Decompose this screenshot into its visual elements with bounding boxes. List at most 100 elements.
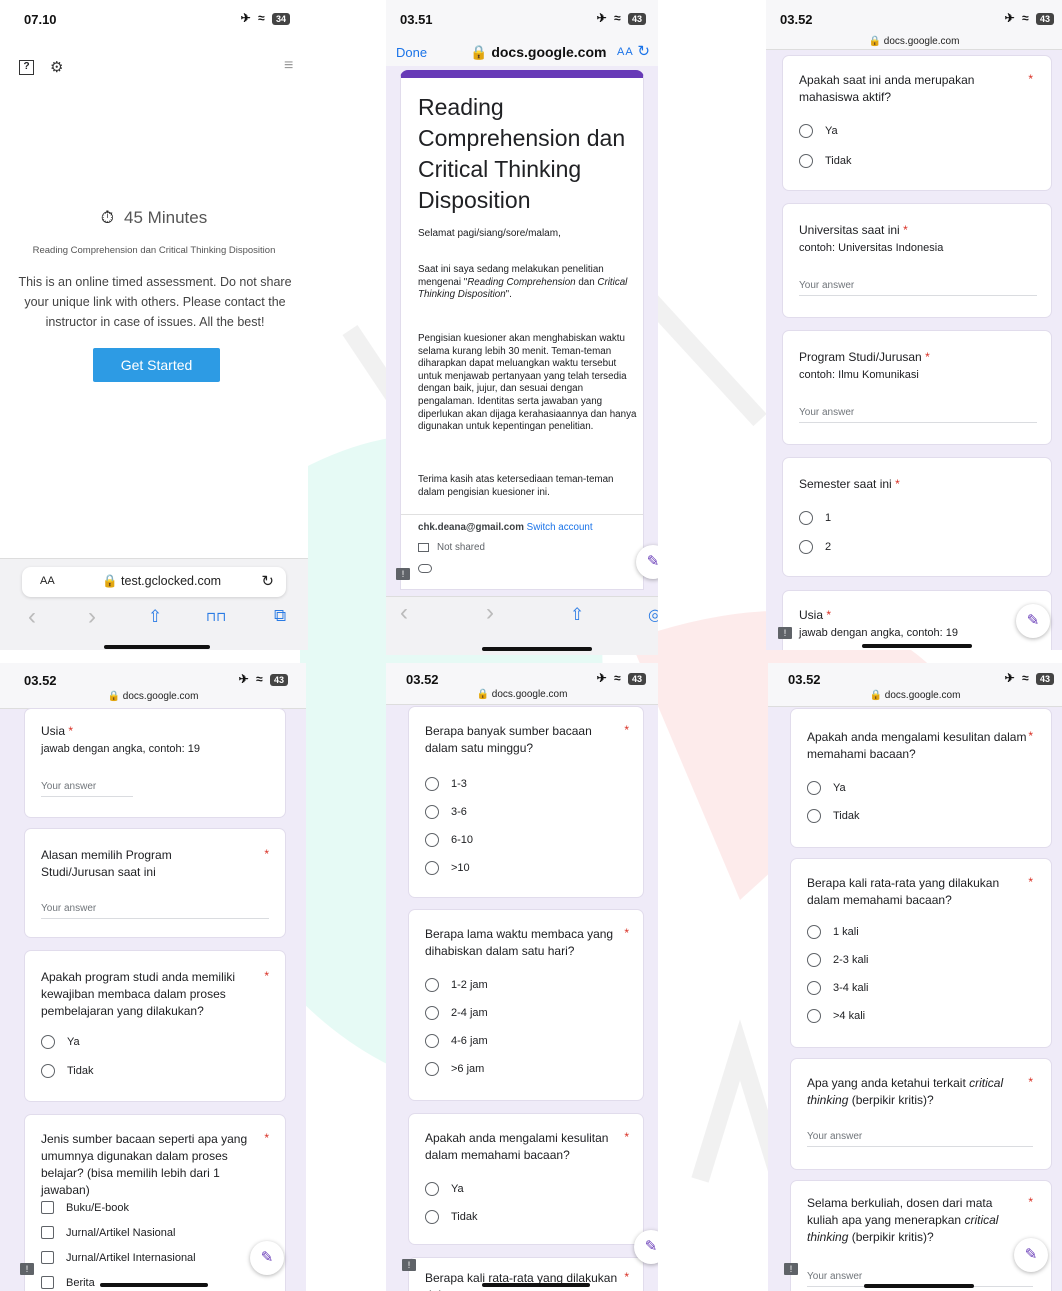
question-card-age: Usia * jawab dengan angka, contoh: 19 (782, 590, 1052, 650)
back-icon[interactable]: ‹ (400, 599, 408, 627)
back-icon[interactable]: ‹ (28, 603, 36, 631)
forward-icon[interactable]: › (88, 603, 96, 631)
share-icon[interactable]: ⇧ (148, 607, 162, 627)
status-bar: 03.51 ✈ ≈ 43 (386, 0, 658, 34)
text-size-button[interactable]: AA (617, 46, 634, 58)
radio-ya[interactable]: Ya (807, 781, 846, 795)
edit-icon[interactable]: ✎ (250, 1241, 284, 1275)
radio-ya[interactable]: Ya (799, 124, 838, 138)
feedback-icon[interactable]: ! (784, 1263, 798, 1275)
home-indicator (864, 1284, 974, 1288)
checkbox-jurnal-internasional[interactable]: Jurnal/Artikel Internasional (41, 1251, 196, 1264)
form-title: Reading Comprehension dan Critical Think… (418, 94, 626, 213)
address-url[interactable]: 🔒 docs.google.com (470, 44, 606, 61)
radio-tidak[interactable]: Tidak (41, 1064, 94, 1078)
study-program-input[interactable]: Your answer (799, 407, 1037, 423)
status-time: 03.52 (780, 12, 813, 27)
done-button[interactable]: Done (396, 45, 427, 60)
intro-text: Saat ini saya sedang melakukan penelitia… (418, 264, 628, 300)
battery-icon: 43 (627, 13, 646, 25)
radio-1-3[interactable]: 1-3 (425, 777, 467, 791)
feedback-icon[interactable]: ! (20, 1263, 34, 1275)
feedback-icon[interactable]: ! (402, 1259, 416, 1271)
question-card-reading-difficulty: Apakah anda mengalami kesulitan dalam me… (790, 708, 1052, 848)
cloud-icon (418, 564, 432, 573)
question-card-reading-count: Berapa banyak sumber bacaan dalam satu m… (408, 706, 644, 898)
description-text: Pengisian kuesioner akan menghabiskan wa… (418, 333, 637, 433)
radio-3-4-kali[interactable]: 3-4 kali (807, 981, 868, 995)
radio-more-10[interactable]: >10 (425, 861, 470, 875)
question-card-reason: Alasan memilih Program Studi/Jurusan saa… (24, 828, 286, 938)
radio-tidak[interactable]: Tidak (807, 809, 860, 823)
radio-2-3-kali[interactable]: 2-3 kali (807, 953, 868, 967)
checkbox-buku[interactable]: Buku/E-book (41, 1201, 129, 1214)
address-bar[interactable]: AA 🔒 test.gclocked.com ↻ (22, 567, 286, 597)
share-icon[interactable]: ⇧ (570, 605, 584, 625)
reason-input[interactable]: Your answer (41, 903, 269, 919)
radio-more-4-kali[interactable]: >4 kali (807, 1009, 865, 1023)
radio-semester-2[interactable]: 2 (799, 540, 831, 554)
checkbox-berita[interactable]: Berita (41, 1276, 95, 1289)
help-icon[interactable]: ? (19, 60, 34, 75)
radio-ya[interactable]: Ya (425, 1182, 464, 1196)
radio-ya[interactable]: Ya (41, 1035, 80, 1049)
radio-4-6-jam[interactable]: 4-6 jam (425, 1034, 488, 1048)
question-card-reading-frequency: Berapa kali rata-rata yang dilakukan dal… (790, 858, 1052, 1048)
forward-icon[interactable]: › (486, 599, 494, 627)
not-shared-icon (418, 542, 429, 552)
screen-timed-assessment: 07.10 ✈ ≈ 34 ? ⚙ ≡ ⏱ 45 Minutes Reading C… (0, 0, 308, 650)
home-indicator (862, 644, 972, 648)
radio-1-kali[interactable]: 1 kali (807, 925, 859, 939)
get-started-button[interactable]: Get Started (93, 348, 220, 382)
menu-icon[interactable]: ≡ (284, 57, 293, 75)
duration-label: 45 Minutes (124, 208, 208, 227)
radio-1-2-jam[interactable]: 1-2 jam (425, 978, 488, 992)
tabs-icon[interactable]: ⧉ (274, 606, 286, 626)
radio-2-4-jam[interactable]: 2-4 jam (425, 1006, 488, 1020)
address-url[interactable]: 🔒 test.gclocked.com (102, 574, 221, 589)
radio-6-10[interactable]: 6-10 (425, 833, 473, 847)
edit-icon[interactable]: ✎ (1014, 1238, 1048, 1272)
settings-gear-icon[interactable]: ⚙ (50, 58, 63, 76)
screen-form-page-2: 03.52 ✈ ≈ 43 🔒 docs.google.com Usia * ja… (0, 663, 306, 1291)
question-card-reading-difficulty: Apakah anda mengalami kesulitan dalam me… (408, 1113, 644, 1245)
safari-bottom-bar: ‹ › ⇧ ◎ (386, 596, 658, 655)
home-indicator (482, 647, 592, 651)
account-row: chk.deana@gmail.com Switch account (418, 522, 593, 533)
switch-account-link[interactable]: Switch account (527, 522, 593, 533)
critical-thinking-input[interactable]: Your answer (807, 1131, 1033, 1147)
question-card-critical-thinking: Apa yang anda ketahui terkait critical t… (790, 1058, 1052, 1170)
radio-tidak[interactable]: Tidak (425, 1210, 478, 1224)
reload-icon[interactable]: ↻ (261, 572, 274, 590)
safari-bottom-bar: AA 🔒 test.gclocked.com ↻ ‹ › ⇧ ⊓⊓ ⧉ (0, 558, 308, 650)
status-time: 03.51 (400, 12, 433, 27)
text-size-button[interactable]: AA (40, 575, 55, 587)
edit-icon[interactable]: ✎ (1016, 604, 1050, 638)
feedback-icon[interactable]: ! (396, 568, 410, 580)
radio-3-6[interactable]: 3-6 (425, 805, 467, 819)
battery-icon: 43 (627, 673, 646, 685)
status-bar: 03.52 ✈ ≈ 43 (766, 0, 1062, 34)
radio-tidak[interactable]: Tidak (799, 154, 852, 168)
radio-semester-1[interactable]: 1 (799, 511, 831, 525)
question-card-reading-sources: Jenis sumber bacaan seperti apa yang umu… (24, 1114, 286, 1291)
question-card-university: Universitas saat ini * contoh: Universit… (782, 203, 1052, 318)
status-bar: 07.10 ✈ ≈ 34 (0, 0, 308, 34)
question-card-age: Usia * jawab dengan angka, contoh: 19 Yo… (24, 708, 286, 818)
age-input[interactable]: Your answer (41, 781, 133, 797)
checkbox-jurnal-nasional[interactable]: Jurnal/Artikel Nasional (41, 1226, 175, 1239)
question-card-study-program: Program Studi/Jurusan * contoh: Ilmu Kom… (782, 330, 1052, 445)
greeting-text: Selamat pagi/siang/sore/malam, (418, 228, 561, 239)
compass-icon[interactable]: ◎ (648, 605, 658, 625)
home-indicator (104, 645, 210, 649)
screen-form-page-1: 03.52 ✈ ≈ 43 🔒 docs.google.com Apakah sa… (766, 0, 1062, 650)
bookmarks-icon[interactable]: ⊓⊓ (206, 609, 226, 625)
university-input[interactable]: Your answer (799, 280, 1037, 296)
feedback-icon[interactable]: ! (778, 627, 792, 639)
radio-more-6-jam[interactable]: >6 jam (425, 1062, 484, 1076)
home-indicator (482, 1283, 590, 1287)
screen-form-intro: 03.51 ✈ ≈ 43 Done 🔒 docs.google.com AA ↻… (386, 0, 658, 655)
status-icons: ✈ ≈ 34 (241, 11, 290, 25)
reload-icon[interactable]: ↻ (637, 42, 650, 60)
home-indicator (100, 1283, 208, 1287)
